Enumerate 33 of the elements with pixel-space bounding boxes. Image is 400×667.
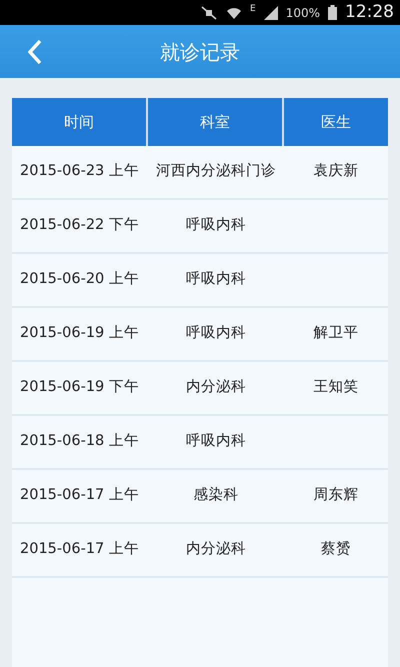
table-cell-text: 周东辉 [314, 486, 358, 506]
table-cell-text: 2015-06-17 上午 [20, 540, 139, 560]
column-header: 医生 [321, 112, 351, 133]
table-cell-text: 2015-06-19 上午 [20, 324, 139, 344]
table-cell-text: 2015-06-19 下午 [20, 378, 139, 398]
battery-level: 100% [286, 4, 320, 22]
signal-icon [264, 6, 278, 20]
page-title: 就诊记录 [160, 40, 240, 64]
table-cell-text: 2015-06-22 下午 [20, 216, 139, 236]
mute-icon [200, 6, 218, 20]
table-cell-text: 感染科 [194, 486, 238, 506]
table-cell-text: 蔡赟 [321, 540, 351, 560]
table-cell-text: 内分泌科 [186, 378, 246, 398]
table-cell-text: 2015-06-18 上午 [20, 432, 139, 452]
table-cell-text: 呼吸内科 [186, 324, 246, 344]
table-cell-text: 河西内分泌科门诊 [156, 162, 276, 182]
table-cell-text: 王知笑 [314, 378, 358, 398]
back-icon[interactable] [28, 39, 42, 65]
table-cell-text: 2015-06-23 上午 [20, 162, 139, 182]
table-cell-text: 2015-06-17 上午 [20, 486, 139, 506]
clock: 12:28 [345, 0, 394, 24]
table-cell-text: 袁庆新 [314, 162, 358, 182]
table-cell-text: 呼吸内科 [186, 270, 246, 290]
network-type: E [250, 3, 256, 16]
column-header: 科室 [200, 112, 230, 133]
table-cell-text: 呼吸内科 [186, 216, 246, 236]
table-cell-text: 内分泌科 [186, 540, 246, 560]
wifi-icon [226, 6, 242, 20]
table-cell-text: 呼吸内科 [186, 432, 246, 452]
table-cell-text: 2015-06-20 上午 [20, 270, 139, 290]
battery-icon [328, 5, 337, 20]
column-header: 时间 [64, 112, 94, 133]
table-cell-text: 解卫平 [314, 324, 358, 344]
